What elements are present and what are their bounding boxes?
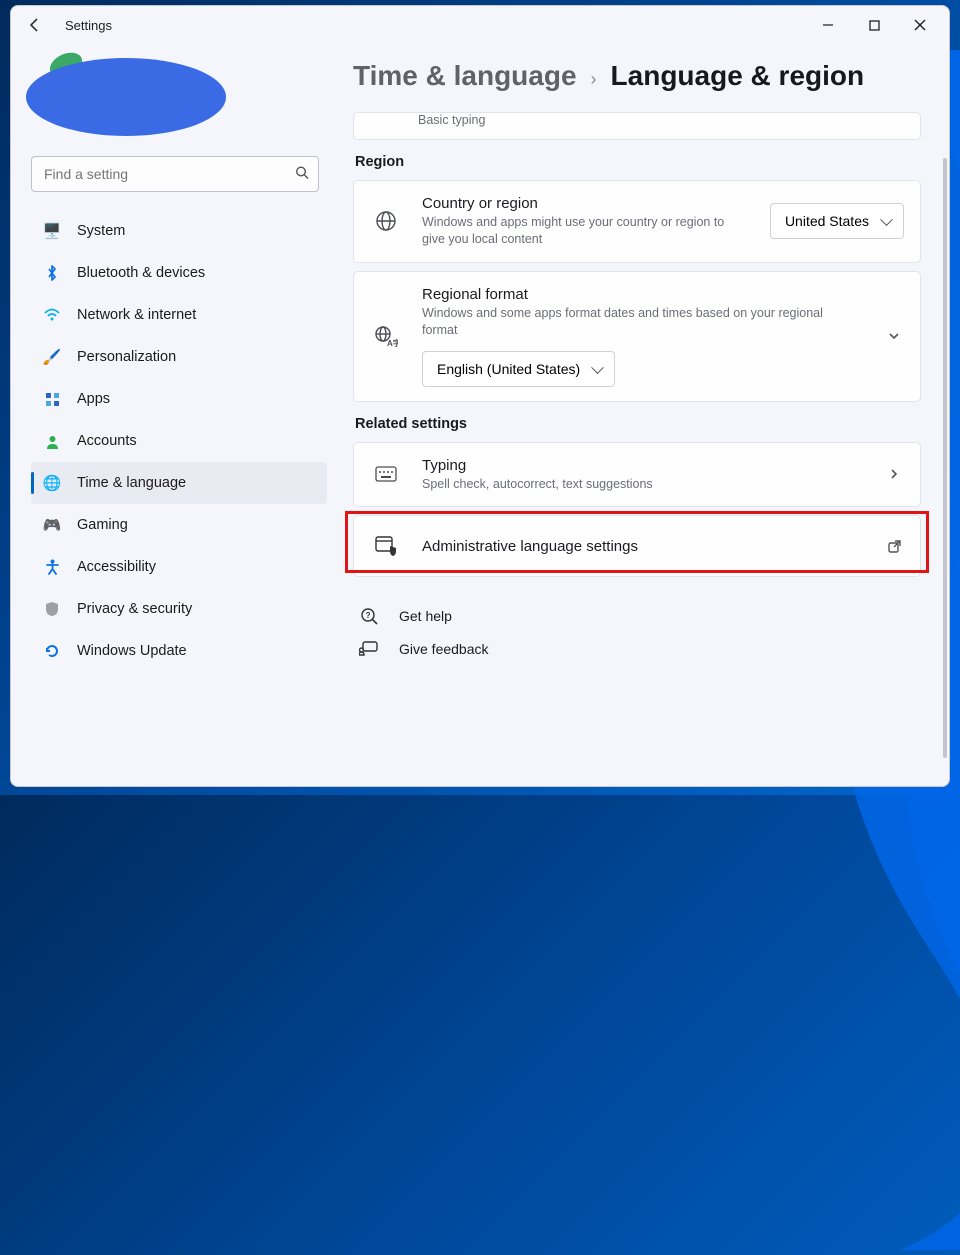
wifi-icon	[43, 306, 61, 324]
nav-bluetooth[interactable]: Bluetooth & devices	[31, 252, 327, 294]
card-title: Country or region	[422, 195, 750, 212]
account-header[interactable]	[31, 58, 327, 146]
feedback-icon	[355, 641, 383, 657]
sidebar: 🖥️ System Bluetooth & devices Network & i…	[11, 44, 341, 786]
nav-label: Apps	[77, 391, 110, 407]
card-subtitle: Windows and some apps format dates and t…	[422, 305, 852, 339]
svg-text:?: ?	[366, 611, 371, 620]
nav-personalization[interactable]: 🖌️ Personalization	[31, 336, 327, 378]
nav-accounts[interactable]: Accounts	[31, 420, 327, 462]
globe-text-icon: A字	[370, 325, 402, 347]
nav-privacy[interactable]: Privacy & security	[31, 588, 327, 630]
regional-format-dropdown[interactable]: English (United States)	[422, 351, 615, 387]
apps-icon	[43, 390, 61, 408]
globe-clock-icon: 🌐	[43, 474, 61, 492]
dropdown-value: English (United States)	[437, 361, 580, 377]
window-shield-icon	[370, 536, 402, 556]
search-box[interactable]	[31, 156, 319, 192]
nav-label: Bluetooth & devices	[77, 265, 205, 281]
nav-network[interactable]: Network & internet	[31, 294, 327, 336]
nav-label: Gaming	[77, 517, 128, 533]
card-subtitle: Spell check, autocorrect, text suggestio…	[422, 476, 802, 493]
search-input[interactable]	[31, 156, 319, 192]
window-title: Settings	[65, 18, 112, 33]
country-region-card[interactable]: Country or region Windows and apps might…	[353, 180, 921, 263]
gamepad-icon: 🎮	[43, 516, 61, 534]
content-pane: Time & language › Language & region Basi…	[341, 44, 949, 786]
chevron-right-icon	[884, 467, 904, 481]
nav-label: Accessibility	[77, 559, 156, 575]
get-help-link[interactable]: ? Get help	[353, 599, 921, 633]
expand-chevron-icon[interactable]	[884, 329, 904, 343]
monitor-icon: 🖥️	[43, 222, 61, 240]
help-label: Get help	[399, 608, 452, 624]
titlebar: Settings	[11, 6, 949, 44]
card-title: Regional format	[422, 286, 864, 303]
give-feedback-link[interactable]: Give feedback	[353, 633, 921, 665]
dropdown-value: United States	[785, 213, 869, 229]
nav-label: Network & internet	[77, 307, 196, 323]
shield-icon	[43, 600, 61, 618]
search-icon	[295, 166, 309, 183]
keyboard-card-truncated[interactable]: Basic typing	[353, 112, 921, 140]
account-avatar-redacted	[26, 58, 226, 136]
paintbrush-icon: 🖌️	[43, 348, 61, 366]
back-button[interactable]	[25, 14, 47, 36]
nav-label: Time & language	[77, 475, 186, 491]
nav-label: System	[77, 223, 125, 239]
globe-icon	[370, 210, 402, 232]
typing-card[interactable]: Typing Spell check, autocorrect, text su…	[353, 442, 921, 508]
nav-windows-update[interactable]: Windows Update	[31, 630, 327, 672]
scrollbar[interactable]	[943, 158, 947, 758]
nav-time-language[interactable]: 🌐 Time & language	[31, 462, 327, 504]
close-button[interactable]	[897, 9, 943, 41]
section-heading-related: Related settings	[355, 416, 921, 432]
svg-text:A字: A字	[387, 338, 398, 347]
help-icon: ?	[355, 607, 383, 625]
nav-list: 🖥️ System Bluetooth & devices Network & i…	[31, 210, 327, 672]
update-icon	[43, 642, 61, 660]
nav-label: Privacy & security	[77, 601, 192, 617]
nav-accessibility[interactable]: Accessibility	[31, 546, 327, 588]
breadcrumb: Time & language › Language & region	[353, 56, 921, 112]
nav-label: Accounts	[77, 433, 137, 449]
nav-label: Windows Update	[77, 643, 187, 659]
settings-window: Settings 🖥️ System Bluetooth & devices Ne…	[10, 5, 950, 787]
chevron-right-icon: ›	[591, 69, 597, 90]
card-subtitle: Windows and apps might use your country …	[422, 214, 750, 248]
minimize-button[interactable]	[805, 9, 851, 41]
nav-gaming[interactable]: 🎮 Gaming	[31, 504, 327, 546]
card-title: Administrative language settings	[422, 538, 864, 555]
breadcrumb-parent[interactable]: Time & language	[353, 60, 577, 92]
person-icon	[43, 432, 61, 450]
admin-language-card[interactable]: Administrative language settings	[353, 515, 921, 577]
external-link-icon	[884, 539, 904, 554]
nav-label: Personalization	[77, 349, 176, 365]
breadcrumb-current: Language & region	[611, 60, 865, 92]
truncated-subtitle: Basic typing	[418, 113, 485, 127]
maximize-button[interactable]	[851, 9, 897, 41]
nav-apps[interactable]: Apps	[31, 378, 327, 420]
nav-system[interactable]: 🖥️ System	[31, 210, 327, 252]
accessibility-icon	[43, 558, 61, 576]
section-heading-region: Region	[355, 154, 921, 170]
keyboard-icon	[370, 466, 402, 482]
country-dropdown[interactable]: United States	[770, 203, 904, 239]
card-title: Typing	[422, 457, 864, 474]
bluetooth-icon	[43, 264, 61, 282]
feedback-label: Give feedback	[399, 641, 489, 657]
regional-format-card[interactable]: A字 Regional format Windows and some apps…	[353, 271, 921, 402]
